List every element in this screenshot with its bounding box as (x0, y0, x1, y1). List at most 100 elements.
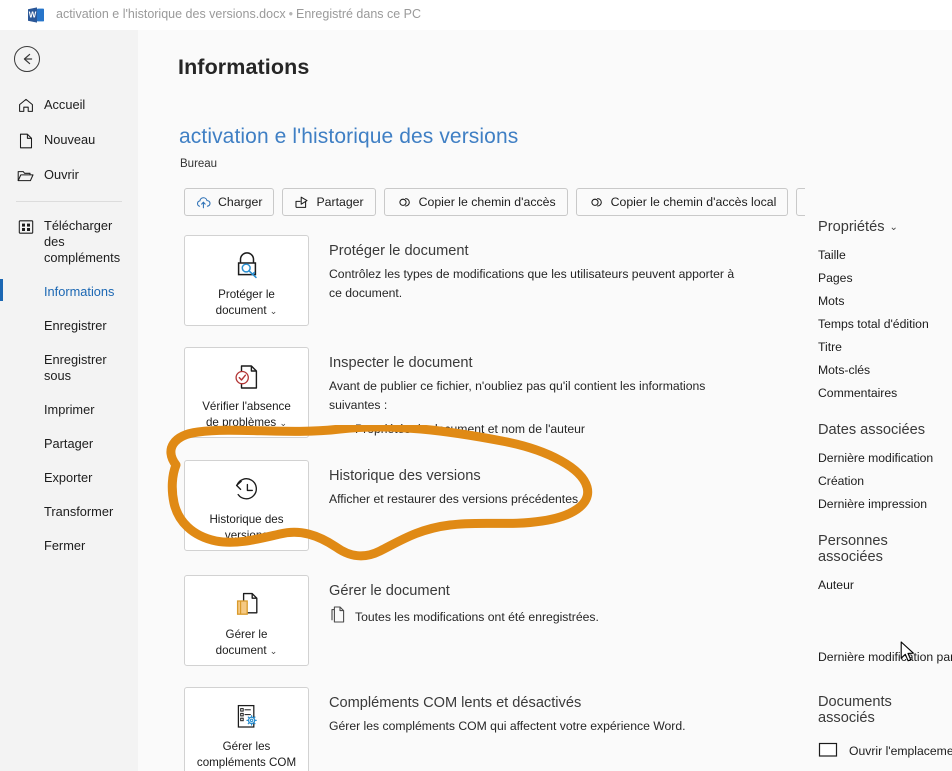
action-button-label: Charger (218, 195, 263, 209)
sidebar: Accueil Nouveau Ouvrir Télécharger des c… (0, 30, 138, 771)
sidebar-item-enregistrer-sous[interactable]: Enregistrer sous (0, 343, 138, 393)
action-button-label: Copier le chemin d'accès (418, 195, 556, 209)
big-button-text: Gérer les compléments COM (196, 740, 297, 769)
new-document-icon (16, 132, 35, 149)
property-taille: Taille (818, 248, 846, 262)
charger-button[interactable]: Charger (184, 188, 275, 216)
sidebar-item-exporter[interactable]: Exporter (0, 461, 138, 495)
sidebar-item-fermer[interactable]: Fermer (0, 529, 138, 563)
properties-heading[interactable]: Propriétés ⌄ (818, 219, 952, 235)
back-button[interactable] (14, 46, 40, 72)
section-body: Gérer le document Toutes les modificatio… (309, 575, 804, 666)
section-body: Historique des versions Afficher et rest… (309, 460, 804, 551)
partager-button[interactable]: Partager (282, 188, 376, 216)
action-button-label: Partager (316, 195, 364, 209)
property-auteur: Auteur (818, 578, 854, 592)
document-path: Bureau (180, 158, 218, 170)
sidebar-item-label: Nouveau (44, 132, 96, 147)
property-titre: Titre (818, 340, 842, 354)
property-mots: Mots (818, 294, 845, 308)
list-item: Propriétés du document et nom de l'auteu… (329, 420, 804, 439)
big-button-label: Gérer les compléments COM (193, 739, 300, 771)
document-title[interactable]: activation e l'historique des versions (179, 125, 518, 149)
verifier-absence-problemes-button[interactable]: Vérifier l'absence de problèmes ⌄ (184, 347, 309, 438)
property-pages: Pages (818, 271, 853, 285)
folder-icon (818, 740, 840, 761)
sidebar-item-informations[interactable]: Informations (0, 275, 138, 309)
title-separator: • (288, 7, 293, 21)
section-description: Gérer les compléments COM qui affectent … (329, 719, 686, 733)
sidebar-item-label: Enregistrer (44, 318, 107, 333)
chevron-down-icon[interactable]: ⌄ (890, 222, 898, 233)
addins-grid-icon (16, 218, 35, 235)
property-mots-cles: Mots-clés (818, 363, 871, 377)
sidebar-item-label: Imprimer (44, 402, 95, 417)
sidebar-item-label: Informations (44, 284, 115, 299)
document-copy-icon (329, 605, 346, 629)
chevron-down-icon: ⌄ (269, 646, 278, 656)
properties-title: Propriétés (818, 219, 885, 235)
big-button-text: Vérifier l'absence de problèmes (202, 400, 291, 429)
link-icon (588, 196, 604, 209)
section-heading: Historique des versions (329, 468, 481, 484)
section-proteger-document: Protéger le document ⌄ Protéger le docume… (184, 235, 804, 326)
proteger-document-button[interactable]: Protéger le document ⌄ (184, 235, 309, 326)
section-body: Protéger le document Contrôlez les types… (309, 235, 804, 326)
properties-panel: Propriétés ⌄ Taille Pages Mots Temps tot… (805, 30, 952, 771)
gerer-complements-com-button[interactable]: Gérer les compléments COM (184, 687, 309, 771)
property-commentaires: Commentaires (818, 386, 898, 400)
word-logo-icon: W (26, 5, 46, 25)
sidebar-item-imprimer[interactable]: Imprimer (0, 393, 138, 427)
lock-key-icon (230, 246, 264, 284)
personnes-associees-heading: Personnes associées (818, 533, 888, 565)
copier-chemin-acces-button[interactable]: Copier le chemin d'accès (383, 188, 568, 216)
title-bar: W activation e l'historique des versions… (0, 0, 952, 30)
sidebar-item-label: Télécharger des compléments (44, 218, 121, 265)
share-icon (294, 195, 309, 209)
sidebar-item-partager[interactable]: Partager (0, 427, 138, 461)
svg-text:W: W (29, 11, 37, 20)
ouvrir-emplacement-link[interactable]: Ouvrir l'emplacement (818, 740, 952, 761)
sidebar-nav-list: Accueil Nouveau Ouvrir Télécharger des c… (0, 88, 138, 563)
sidebar-item-telecharger-complements[interactable]: Télécharger des compléments (0, 209, 138, 275)
big-button-text: Historique des versions (209, 513, 284, 542)
section-description: Avant de publier ce fichier, n'oubliez p… (329, 379, 706, 412)
copier-chemin-acces-local-button[interactable]: Copier le chemin d'accès local (575, 188, 789, 216)
big-button-label: Protéger le document ⌄ (212, 287, 282, 319)
big-button-label: Vérifier l'absence de problèmes ⌄ (198, 399, 295, 431)
save-status-text: Toutes les modifications ont été enregis… (355, 610, 599, 624)
sidebar-item-label: Transformer (44, 504, 114, 519)
sidebar-item-accueil[interactable]: Accueil (0, 88, 138, 123)
save-status-row: Toutes les modifications ont été enregis… (329, 605, 804, 629)
section-description: Contrôlez les types de modifications que… (329, 267, 735, 300)
big-button-label: Gérer le document ⌄ (212, 627, 282, 659)
historique-versions-button[interactable]: Historique des versions (184, 460, 309, 551)
sidebar-item-ouvrir[interactable]: Ouvrir (0, 158, 138, 193)
version-history-clock-icon (230, 471, 264, 509)
property-derniere-impression: Dernière impression (818, 497, 928, 511)
property-creation: Création (818, 474, 865, 488)
open-folder-icon (16, 167, 35, 184)
com-addins-gear-icon (230, 698, 264, 736)
property-derniere-modification: Dernière modification (818, 451, 934, 465)
sidebar-item-nouveau[interactable]: Nouveau (0, 123, 138, 158)
section-heading: Inspecter le document (329, 355, 473, 371)
sidebar-item-label: Ouvrir (44, 167, 79, 182)
property-temps-total-edition: Temps total d'édition (818, 317, 929, 331)
sidebar-item-transformer[interactable]: Transformer (0, 495, 138, 529)
big-button-text: Protéger le document (215, 288, 275, 317)
big-button-label: Historique des versions (205, 512, 287, 544)
section-body: Inspecter le document Avant de publier c… (309, 347, 804, 439)
big-button-text: Gérer le document (215, 628, 268, 657)
upload-cloud-icon (196, 196, 211, 209)
section-body: Compléments COM lents et désactivés Gére… (309, 687, 804, 771)
sidebar-item-enregistrer[interactable]: Enregistrer (0, 309, 138, 343)
section-description: Afficher et restaurer des versions précé… (329, 492, 582, 506)
gerer-document-button[interactable]: Gérer le document ⌄ (184, 575, 309, 666)
document-check-icon (230, 358, 264, 396)
section-gerer-document: Gérer le document ⌄ Gérer le document To… (184, 575, 804, 666)
sidebar-item-label: Fermer (44, 538, 86, 553)
ouvrir-emplacement-label: Ouvrir l'emplacement (849, 743, 952, 758)
section-bullet-list: Propriétés du document et nom de l'auteu… (329, 420, 804, 439)
action-button-label: Copier le chemin d'accès local (610, 195, 777, 209)
